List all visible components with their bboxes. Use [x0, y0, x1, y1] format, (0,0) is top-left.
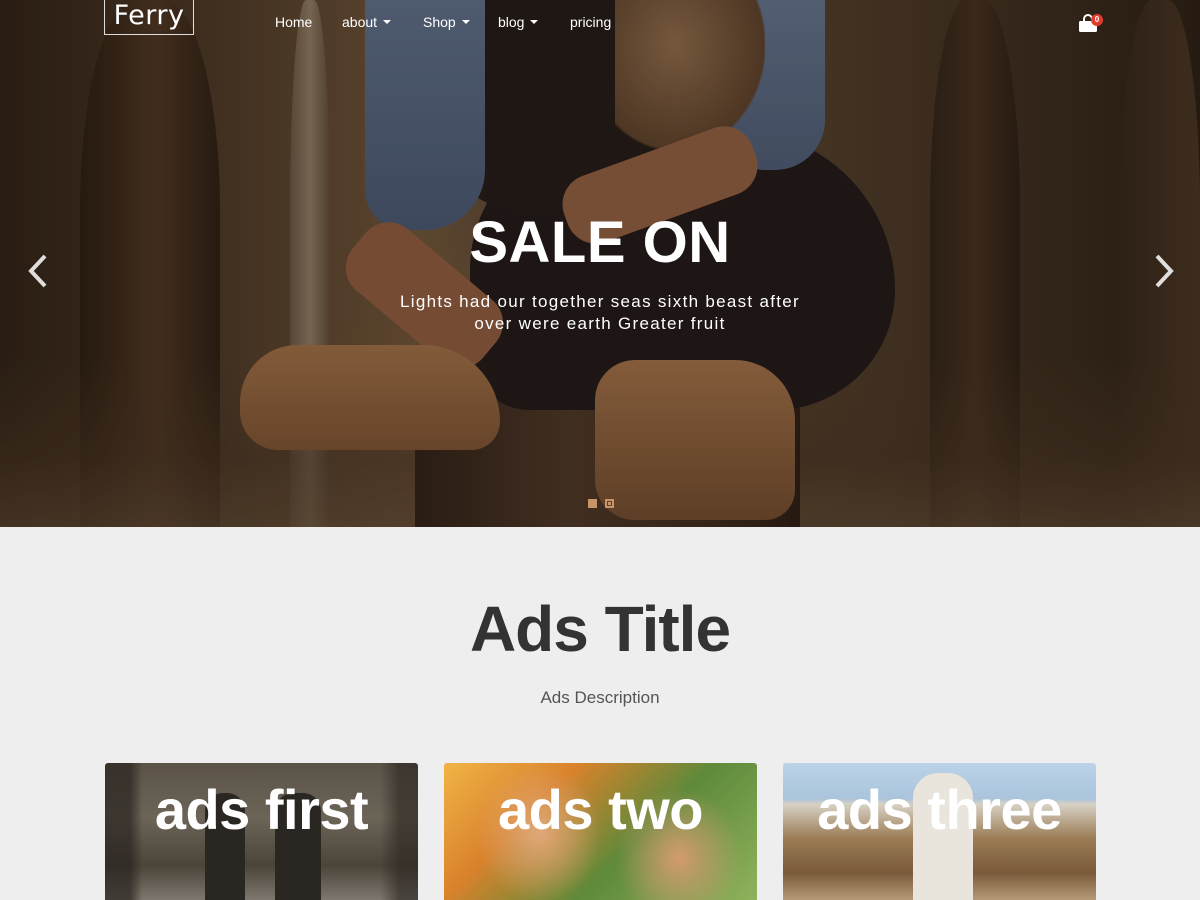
nav-item-label: Shop — [423, 14, 456, 30]
ads-title: Ads Title — [469, 593, 731, 665]
cart-button[interactable]: 0 — [1078, 14, 1106, 36]
hero-slider: Ferry Home about Shop blog pricing 0 SAL… — [0, 0, 1200, 527]
chevron-right-icon — [1155, 254, 1174, 288]
ad-card-label: ads first — [154, 778, 369, 841]
nav-item-label: pricing — [570, 14, 612, 30]
slider-next-button[interactable] — [1152, 253, 1176, 289]
nav-item-label: Home — [275, 14, 313, 30]
hero-subtitle: Lights had our together seas sixth beast… — [399, 292, 800, 333]
ad-card-two[interactable]: ads two — [444, 763, 757, 900]
slider-prev-button[interactable] — [26, 253, 50, 289]
slider-dot-active[interactable] — [605, 499, 614, 508]
ad-card-three[interactable]: ads three — [783, 763, 1096, 900]
nav-item-about[interactable]: about — [342, 12, 392, 32]
ad-card-label: ads two — [498, 778, 703, 841]
slider-dot[interactable] — [588, 499, 597, 508]
caret-down-icon — [530, 20, 539, 24]
caret-down-icon — [461, 20, 470, 24]
nav-item-pricing[interactable]: pricing — [570, 12, 611, 32]
ad-card-first[interactable]: ads first — [105, 763, 418, 900]
caret-down-icon — [383, 20, 392, 24]
ads-description: Ads Description — [540, 688, 660, 707]
nav-item-blog[interactable]: blog — [498, 12, 539, 32]
hero-title: SALE ON — [469, 210, 731, 275]
nav-item-shop[interactable]: Shop — [423, 12, 470, 32]
chevron-left-icon — [28, 254, 47, 288]
site-logo[interactable]: Ferry — [104, 0, 194, 35]
nav-item-home[interactable]: Home — [275, 12, 312, 32]
ad-card-label: ads three — [817, 778, 1062, 841]
nav-item-label: blog — [498, 14, 525, 30]
nav-item-label: about — [342, 14, 378, 30]
cart-count-badge: 0 — [1091, 14, 1103, 26]
